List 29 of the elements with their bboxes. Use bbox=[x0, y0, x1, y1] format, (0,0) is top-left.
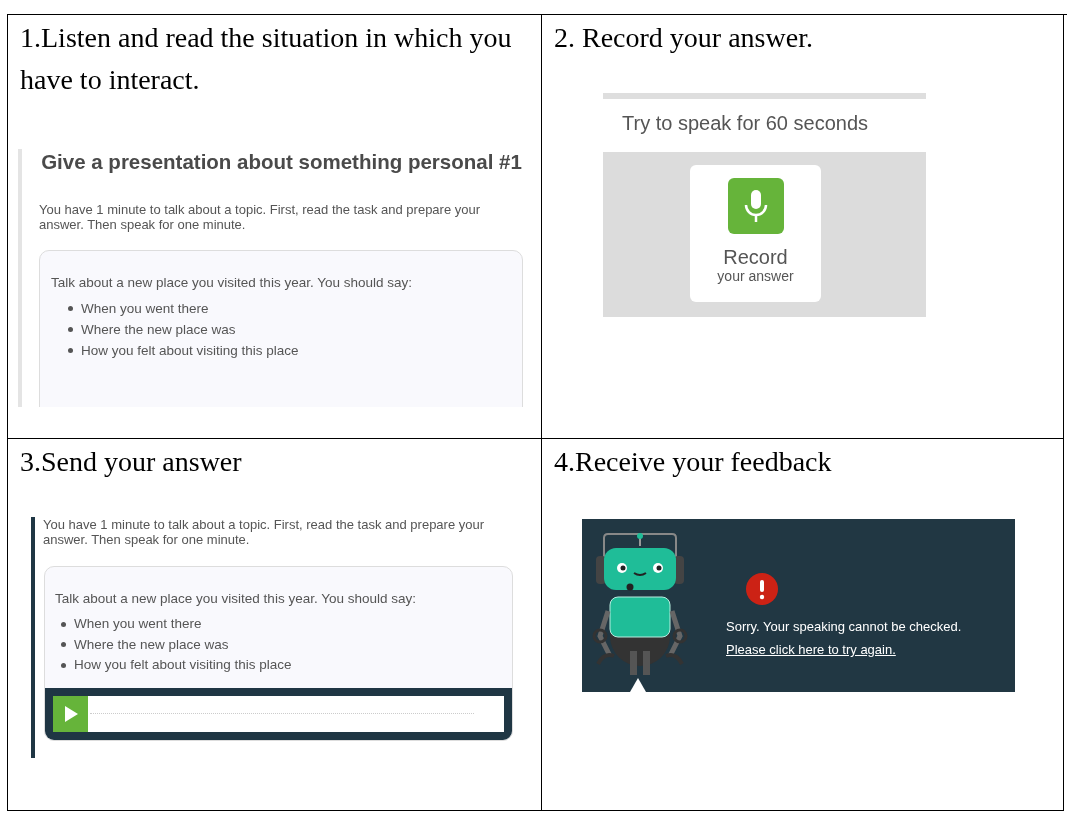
bullet-icon bbox=[68, 348, 73, 353]
bullet-icon bbox=[68, 327, 73, 332]
list-item: Where the new place was bbox=[74, 635, 229, 654]
list-item: When you went there bbox=[81, 300, 209, 318]
bullet-icon bbox=[61, 662, 66, 668]
task-title: Give a presentation about something personal #1 bbox=[40, 149, 523, 175]
record-button[interactable]: Record your answer bbox=[690, 165, 821, 302]
step-heading: 1.Listen and read the situation in which you have to interact. bbox=[19, 21, 513, 97]
bullet-icon bbox=[68, 306, 73, 311]
task-instructions: You have 1 minute to talk about a topic. First, read the task and prepare your answer. Then speak for one minute. bbox=[39, 202, 482, 232]
list-item: How you felt about visiting this place bbox=[74, 656, 292, 674]
step-heading: 2. Record your answer. bbox=[553, 21, 814, 55]
step-heading: 3.Send your answer bbox=[19, 445, 243, 479]
task-prompt: Talk about a new place you visited this year. You should say: bbox=[51, 275, 413, 290]
list-item: How you felt about visiting this place bbox=[81, 342, 299, 360]
microphone-icon bbox=[727, 178, 784, 234]
play-icon bbox=[63, 706, 78, 722]
bullet-icon bbox=[61, 621, 66, 627]
pointer-icon bbox=[630, 678, 646, 692]
list-item: When you went there bbox=[74, 615, 202, 633]
bullet-icon bbox=[61, 642, 66, 648]
error-icon bbox=[746, 573, 778, 605]
list-item: Where the new place was bbox=[81, 321, 236, 339]
error-message: Sorry. Your speaking cannot be checked. bbox=[726, 619, 962, 634]
step-heading: 4.Receive your feedback bbox=[553, 445, 833, 479]
try-again-link[interactable]: Please click here to try again. bbox=[726, 642, 962, 657]
play-button[interactable] bbox=[53, 696, 88, 732]
task-instructions: You have 1 minute to talk about a topic. First, read the task and prepare your answer. Then speak for one minute. bbox=[43, 517, 486, 547]
task-prompt: Talk about a new place you visited this year. You should say: bbox=[55, 591, 417, 606]
